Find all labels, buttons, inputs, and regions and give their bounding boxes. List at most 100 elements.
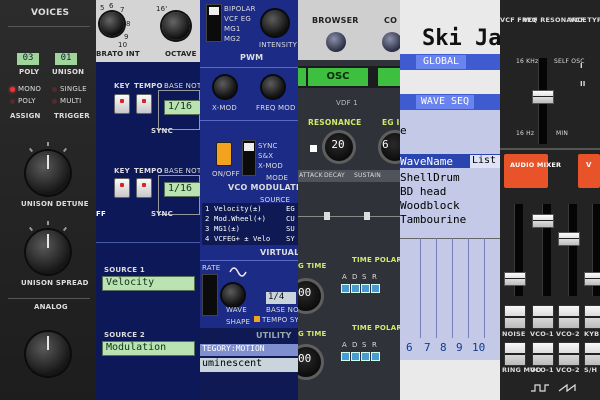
mono-led[interactable] (10, 87, 15, 92)
mod-source-row[interactable]: Velocity(±) (214, 204, 262, 213)
vibrato-int-knob[interactable] (100, 12, 124, 36)
osc-tab[interactable]: OSC (308, 68, 368, 86)
base-note-label: BASE NOTE (164, 82, 200, 90)
unison-value-display[interactable]: 01 (55, 53, 77, 65)
trigger-label: TRIGGER (54, 112, 90, 120)
mod-source-row[interactable]: MG1(±) (214, 224, 240, 233)
polarity-checkbox[interactable] (351, 284, 360, 293)
wave-list-item[interactable]: Woodblock (400, 199, 460, 212)
kyb-toggle[interactable] (584, 305, 600, 329)
attack-tab[interactable]: ATTACK (299, 172, 323, 179)
polarity-checkbox[interactable] (371, 352, 380, 361)
audio-mixer-button[interactable] (504, 154, 548, 188)
step-number[interactable]: 8 (440, 341, 447, 354)
tempo-sync-led[interactable] (254, 316, 260, 322)
source2-display[interactable]: Modulation (102, 341, 195, 356)
single-led[interactable] (52, 87, 57, 92)
vco1-toggle[interactable] (532, 305, 554, 329)
polarity-checkbox[interactable] (371, 284, 380, 293)
lfo-base-note-display[interactable]: 1/4 (266, 292, 296, 304)
multi-option[interactable]: MULTI (60, 97, 81, 105)
mono-option[interactable]: MONO (18, 85, 41, 93)
wave-list-item[interactable]: BD head (400, 185, 446, 198)
vco-modulation-panel: BIPOLAR VCF EG MG1 MG2 INTENSITY PWM X-M… (200, 0, 298, 400)
sh-toggle[interactable] (584, 342, 600, 366)
poly-led[interactable] (10, 99, 15, 104)
freq-mod-knob[interactable] (262, 76, 284, 98)
vco1-fader-cap[interactable] (532, 214, 554, 228)
unison-spread-knob[interactable] (26, 230, 70, 274)
list-button[interactable]: List (470, 155, 500, 168)
polarity-checkbox[interactable] (341, 284, 350, 293)
adsr-a: A (342, 273, 347, 281)
voices-panel: VOICES 03 01 POLY UNISON MONO POLY SINGL… (0, 0, 96, 400)
polarity-checkbox[interactable] (341, 352, 350, 361)
scale-tick (47, 221, 49, 225)
next-tab[interactable] (378, 68, 400, 86)
adsr-a-2: A (342, 341, 347, 349)
step-number[interactable]: 7 (424, 341, 431, 354)
kyb-fader-cap[interactable] (584, 272, 600, 286)
mode-label: MODE (266, 174, 289, 182)
vco2-toggle[interactable] (558, 305, 580, 329)
resonance-value: 20 (331, 138, 345, 151)
envelope-point[interactable] (324, 212, 330, 220)
decay-tab[interactable]: DECAY (324, 172, 345, 179)
category-display[interactable]: TEGORY:MOTION (200, 344, 298, 356)
mod-source-num: 2 (205, 214, 210, 223)
sync-mode-switch[interactable] (242, 140, 256, 176)
browser-button[interactable]: BROWSER (312, 16, 359, 25)
multi-led[interactable] (52, 99, 57, 104)
tempo-sync-button-2[interactable] (136, 178, 152, 198)
noise-toggle[interactable] (504, 305, 526, 329)
vco2-wave-toggle[interactable] (558, 342, 580, 366)
wave-list-item[interactable]: ShellDrum (400, 171, 460, 184)
pwm-intensity-knob[interactable] (262, 10, 288, 36)
key-sync-button[interactable] (114, 94, 130, 114)
ring-mod-toggle[interactable] (504, 342, 526, 366)
vco2-fader-cap[interactable] (558, 232, 580, 246)
wave-list-item[interactable]: Tambourine (400, 213, 466, 226)
rate-switch[interactable] (202, 274, 218, 316)
vco2-wave-label: VCO-2 (556, 366, 580, 374)
noise-fader-cap[interactable] (504, 272, 526, 286)
base-note-display-2[interactable]: 1/16 (164, 182, 200, 197)
poly-value-display[interactable]: 03 (17, 53, 39, 65)
wave-knob[interactable] (222, 284, 244, 306)
preset-name-display[interactable]: uminescent (200, 358, 298, 372)
adsr-d-2: D (352, 341, 358, 349)
tempo-sync-label: TEMPO SYN (262, 316, 298, 324)
vcf-button[interactable] (578, 154, 600, 188)
envelope-point[interactable] (364, 212, 370, 220)
base-note-display[interactable]: 1/16 (164, 100, 200, 115)
analog-knob[interactable] (26, 332, 70, 376)
scale-number: 7 (120, 6, 125, 14)
octave-knob[interactable] (162, 12, 190, 40)
vcf-freq-slider-cap[interactable] (532, 90, 554, 104)
vco-mod-on-off-button[interactable] (216, 142, 232, 166)
step-number[interactable]: 6 (406, 341, 413, 354)
kyb-label: KYB (584, 330, 600, 338)
sustain-tab[interactable]: SUSTAIN (354, 172, 381, 179)
pwm-source-switch[interactable] (206, 4, 222, 42)
co-knob[interactable] (382, 32, 400, 52)
source1-display[interactable]: Velocity (102, 276, 195, 291)
single-option[interactable]: SINGLE (60, 85, 87, 93)
vco1-wave-toggle[interactable] (532, 342, 554, 366)
wave-seq-tab[interactable]: WAVE SEQ (416, 95, 474, 109)
mod-source-row[interactable]: VCFEG+ ± Velo (214, 234, 270, 243)
polarity-checkbox[interactable] (351, 352, 360, 361)
tempo-sync-button[interactable] (136, 94, 152, 114)
step-number[interactable]: 9 (456, 341, 463, 354)
browser-knob[interactable] (326, 32, 346, 52)
global-tab[interactable]: GLOBAL (416, 55, 466, 69)
divider (8, 26, 90, 27)
xmod-knob[interactable] (214, 76, 236, 98)
polarity-checkbox[interactable] (361, 352, 370, 361)
mod-source-row[interactable]: Mod.Wheel(+) (214, 214, 266, 223)
key-sync-button-2[interactable] (114, 178, 130, 198)
polarity-checkbox[interactable] (361, 284, 370, 293)
unison-detune-knob[interactable] (26, 151, 70, 195)
step-number[interactable]: 10 (472, 341, 485, 354)
poly-option[interactable]: POLY (18, 97, 36, 105)
